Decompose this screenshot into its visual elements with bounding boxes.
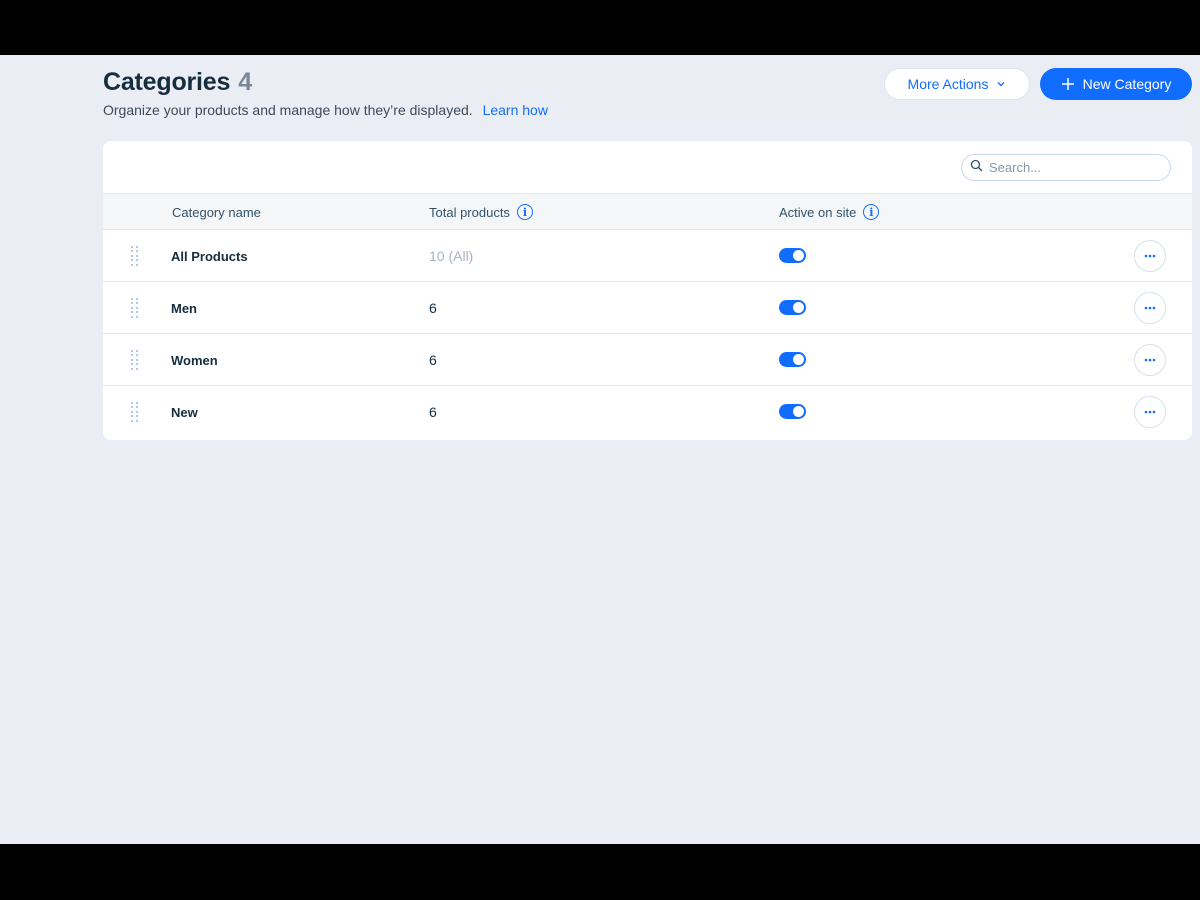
chevron-down-icon xyxy=(996,79,1006,89)
category-count: 4 xyxy=(238,68,253,96)
search-box[interactable] xyxy=(961,154,1171,181)
active-toggle[interactable] xyxy=(779,248,806,263)
column-header-name-label: Category name xyxy=(172,204,261,220)
page-subtitle: Organize your products and manage how th… xyxy=(103,102,548,118)
row-actions-button[interactable] xyxy=(1134,344,1166,376)
page-title: Categories xyxy=(103,68,231,96)
total-products: 6 xyxy=(429,404,437,420)
active-toggle[interactable] xyxy=(779,404,806,419)
info-icon[interactable]: i xyxy=(516,204,533,220)
ellipsis-icon xyxy=(1144,358,1156,362)
column-header-name[interactable]: Category name xyxy=(172,194,261,230)
table-row[interactable]: Men 6 xyxy=(103,282,1192,334)
category-name: All Products xyxy=(171,248,248,264)
category-name: New xyxy=(171,404,198,420)
category-name: Women xyxy=(171,352,218,368)
active-toggle[interactable] xyxy=(779,352,806,367)
column-header-total[interactable]: Total products i xyxy=(429,194,533,230)
plus-icon xyxy=(1061,77,1075,91)
more-actions-button[interactable]: More Actions xyxy=(884,68,1030,100)
new-category-button[interactable]: New Category xyxy=(1040,68,1192,100)
subtitle-text: Organize your products and manage how th… xyxy=(103,102,473,118)
column-header-active-label: Active on site xyxy=(779,204,857,220)
row-actions-button[interactable] xyxy=(1134,396,1166,428)
learn-how-link[interactable]: Learn how xyxy=(483,102,548,118)
total-products: 6 xyxy=(429,300,437,316)
categories-table-card: Category name Total products i Active on… xyxy=(103,141,1192,440)
table-row[interactable]: Women 6 xyxy=(103,334,1192,386)
more-actions-label: More Actions xyxy=(907,76,989,92)
table-toolbar xyxy=(103,141,1192,194)
drag-handle-icon[interactable] xyxy=(131,402,139,422)
drag-handle-icon[interactable] xyxy=(131,298,139,318)
ellipsis-icon xyxy=(1144,410,1156,414)
row-actions-button[interactable] xyxy=(1134,240,1166,272)
table-row[interactable]: All Products 10 (All) xyxy=(103,230,1192,282)
table-header: Category name Total products i Active on… xyxy=(103,194,1192,230)
column-header-active[interactable]: Active on site i xyxy=(779,194,880,230)
category-name: Men xyxy=(171,300,197,316)
search-icon xyxy=(970,159,983,177)
info-icon[interactable]: i xyxy=(863,204,880,220)
search-input[interactable] xyxy=(989,160,1159,175)
active-toggle[interactable] xyxy=(779,300,806,315)
table-row[interactable]: New 6 xyxy=(103,386,1192,438)
ellipsis-icon xyxy=(1144,254,1156,258)
column-header-total-label: Total products xyxy=(429,204,510,220)
drag-handle-icon[interactable] xyxy=(131,246,139,266)
row-actions-button[interactable] xyxy=(1134,292,1166,324)
drag-handle-icon[interactable] xyxy=(131,350,139,370)
ellipsis-icon xyxy=(1144,306,1156,310)
page-frame: Categories 4 Organize your products and … xyxy=(0,55,1200,844)
new-category-label: New Category xyxy=(1082,76,1172,92)
title-row: Categories 4 xyxy=(103,68,252,97)
total-products: 10 (All) xyxy=(429,248,474,264)
total-products: 6 xyxy=(429,352,437,368)
